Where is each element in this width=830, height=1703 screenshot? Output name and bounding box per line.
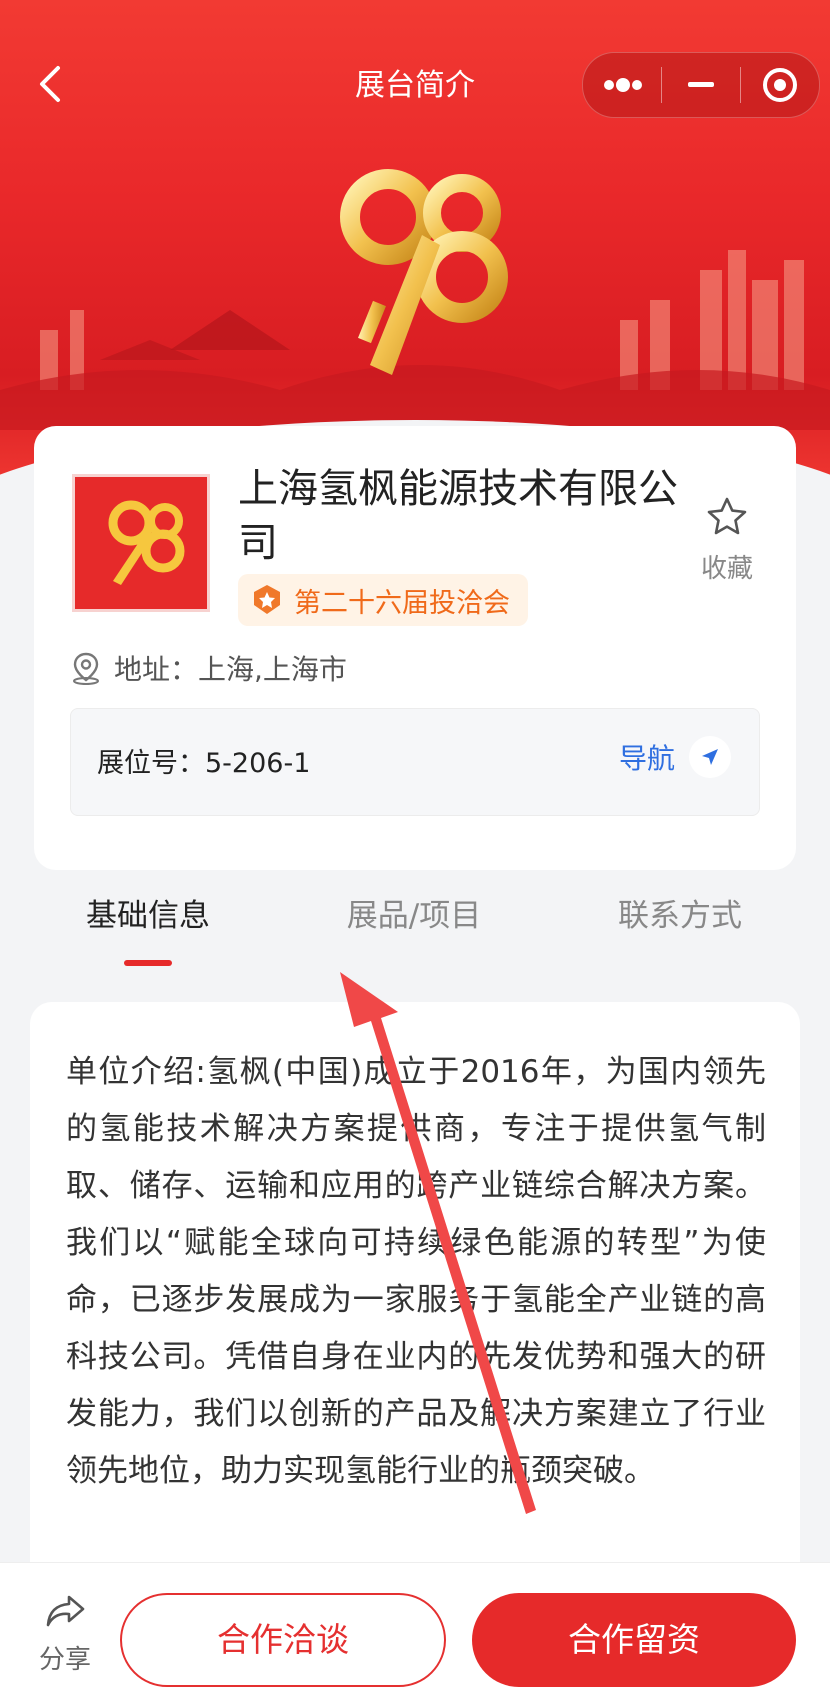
address-label: 地址： [114, 653, 199, 686]
navigate-button[interactable]: 导航 [619, 736, 731, 778]
active-tab-indicator [124, 960, 172, 966]
tab-basic-info[interactable]: 基础信息 [48, 890, 248, 935]
location-pin-icon [73, 652, 99, 685]
description-card: 单位介绍:氢枫(中国)成立于2016年，为国内领先的氢能技术解决方案提供商，专注… [30, 1002, 800, 1602]
event-badge: 第二十六届投洽会 [238, 574, 528, 626]
company-name: 上海氢枫能源技术有限公司 [238, 466, 678, 566]
close-target-icon [763, 68, 797, 102]
98-logo-icon [108, 500, 185, 585]
event-badge-label: 第二十六届投洽会 [294, 587, 510, 619]
navigate-label: 导航 [618, 742, 675, 775]
navigation-arrow-icon [702, 749, 718, 765]
minimize-button[interactable] [662, 53, 740, 117]
star-icon [707, 497, 747, 535]
miniprogram-capsule [582, 52, 820, 118]
minimize-icon [688, 82, 714, 87]
booth-box: 展位号：5-206-1 导航 [70, 708, 760, 816]
tab-bar: 基础信息 展品/项目 联系方式 [0, 890, 830, 970]
leave-info-button[interactable]: 合作留资 [472, 1593, 796, 1687]
medal-star-icon [254, 585, 280, 614]
company-card: 上海氢枫能源技术有限公司 第二十六届投洽会 收藏 地址： 上海,上海市 展位号：… [34, 426, 796, 870]
favorite-label: 收藏 [700, 554, 753, 584]
booth-value: 5-206-1 [205, 748, 311, 779]
favorite-button[interactable]: 收藏 [692, 496, 762, 585]
booth-label: 展位号： [97, 748, 205, 779]
share-icon [46, 1595, 85, 1627]
share-label: 分享 [38, 1645, 91, 1675]
booth-number: 展位号：5-206-1 [97, 741, 310, 780]
close-button[interactable] [741, 53, 819, 117]
share-button[interactable]: 分享 [30, 1591, 100, 1676]
address-value: 上海,上海市 [198, 653, 347, 686]
company-description: 单位介绍:氢枫(中国)成立于2016年，为国内领先的氢能技术解决方案提供商，专注… [66, 1054, 766, 1489]
address-row: 地址： 上海,上海市 [70, 648, 347, 688]
tab-exhibits-projects[interactable]: 展品/项目 [314, 890, 514, 935]
negotiate-button[interactable]: 合作洽谈 [120, 1593, 446, 1687]
98-key-emblem [340, 169, 508, 375]
company-logo [72, 474, 210, 612]
more-dots-icon [604, 78, 642, 92]
bottom-action-bar: 分享 合作洽谈 合作留资 [0, 1562, 830, 1703]
navigation-arrow-circle [689, 736, 731, 778]
tab-contact[interactable]: 联系方式 [580, 890, 780, 935]
more-button[interactable] [583, 53, 661, 117]
